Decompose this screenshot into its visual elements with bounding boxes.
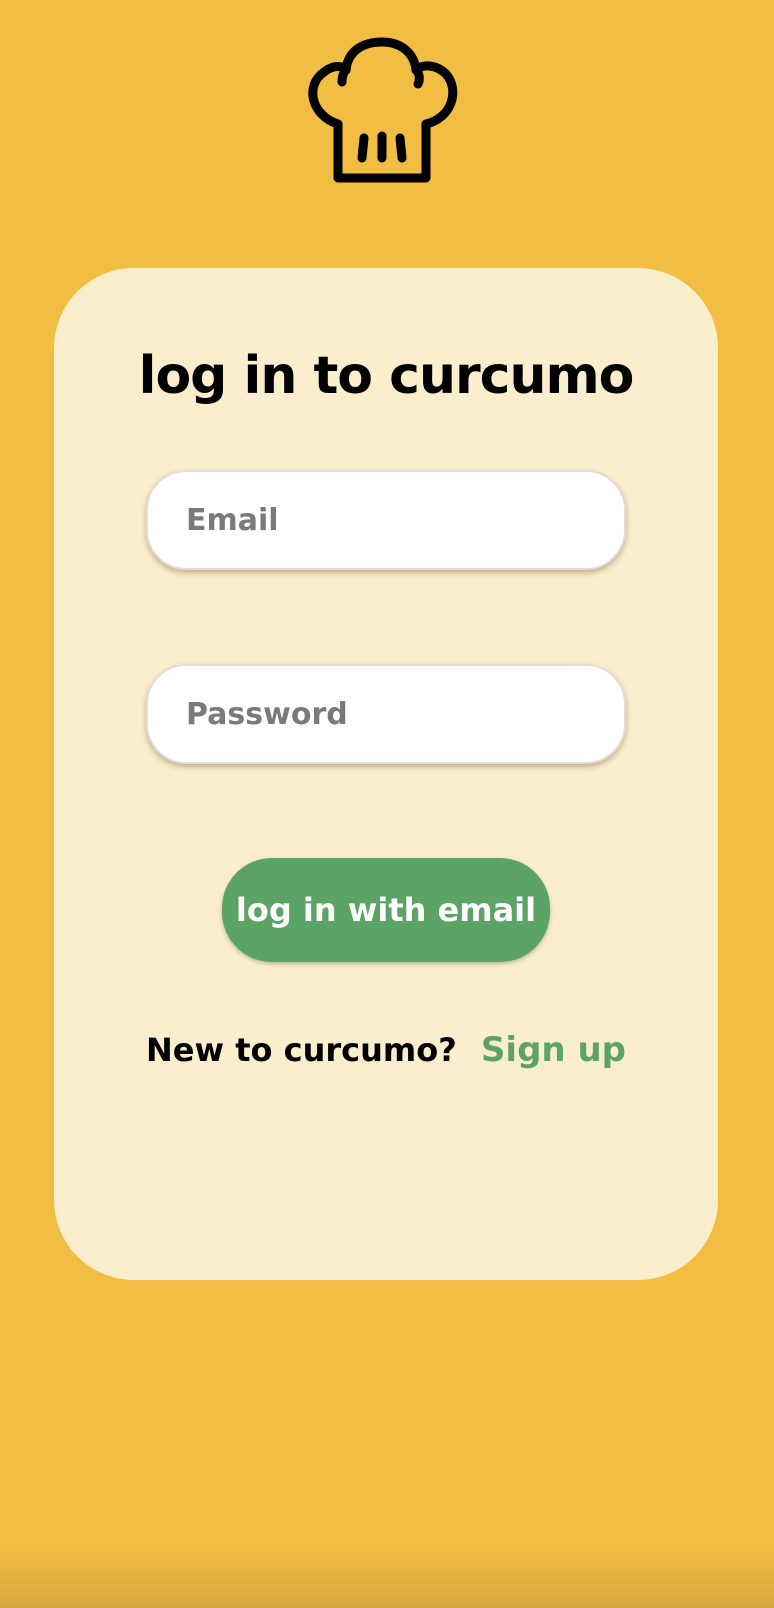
email-input[interactable]	[186, 472, 606, 568]
signup-prompt: New to curcumo?	[146, 1031, 457, 1069]
page-title: log in to curcumo	[138, 346, 635, 406]
email-field-container	[146, 470, 626, 570]
login-with-email-button[interactable]: log in with email	[222, 858, 550, 962]
login-card: log in to curcumo log in with email New …	[54, 268, 718, 1280]
signup-row: New to curcumo? Sign up	[146, 1028, 626, 1072]
password-input[interactable]	[186, 666, 606, 762]
signup-link[interactable]: Sign up	[481, 1028, 626, 1072]
chef-hat-icon	[302, 36, 464, 192]
bottom-shade	[0, 1548, 774, 1608]
password-field-container	[146, 664, 626, 764]
